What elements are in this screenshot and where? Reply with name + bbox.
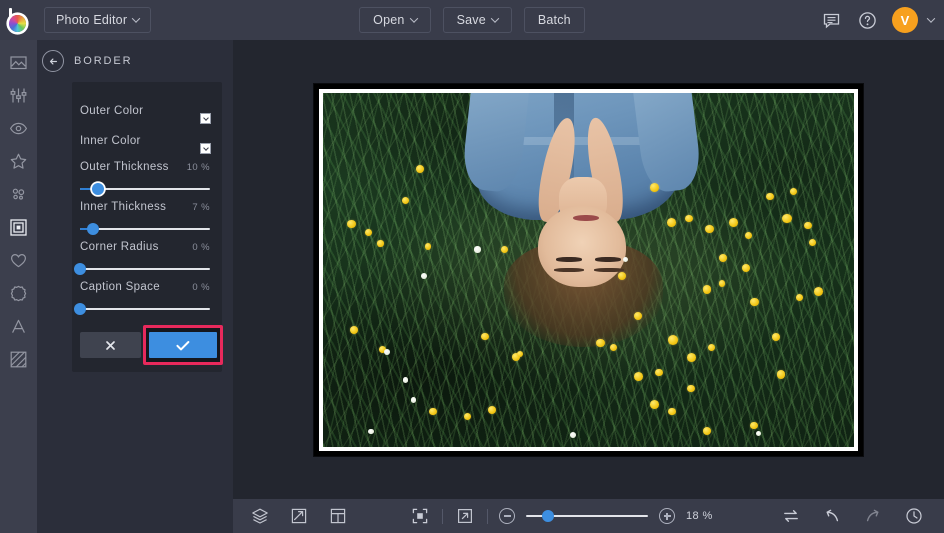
zoom-controls: 18 % xyxy=(349,505,780,527)
sidebar-item-image[interactable] xyxy=(3,50,34,74)
crop-transform-icon[interactable] xyxy=(288,505,310,527)
editor-canvas[interactable] xyxy=(233,40,944,499)
compare-swap-icon[interactable] xyxy=(780,505,802,527)
photo-outer-border xyxy=(314,84,863,456)
avatar[interactable]: V xyxy=(892,7,918,33)
open-button-label: Open xyxy=(373,13,404,27)
inner-thickness-value: 7 % xyxy=(192,202,210,213)
app-menu-label: Photo Editor xyxy=(56,13,127,27)
corner-radius-slider: Corner Radius 0 % xyxy=(80,236,210,276)
panel-header: BORDER xyxy=(37,40,233,82)
history-clock-icon[interactable] xyxy=(903,505,925,527)
sidebar-item-beautify[interactable] xyxy=(3,149,34,173)
plus-circle-icon[interactable] xyxy=(659,508,675,524)
account-chevron-down-icon[interactable] xyxy=(927,14,935,22)
inner-thickness-handle[interactable] xyxy=(87,223,99,235)
inner-thickness-label: Inner Thickness xyxy=(80,201,166,213)
inner-thickness-track[interactable] xyxy=(80,222,210,236)
divider xyxy=(442,509,443,524)
minus-circle-icon[interactable] xyxy=(499,508,515,524)
app-logo[interactable] xyxy=(0,0,40,40)
outer-thickness-track[interactable] xyxy=(80,182,210,196)
panel-action-buttons xyxy=(80,316,210,358)
caption-space-value: 0 % xyxy=(192,282,210,293)
outer-thickness-slider: Outer Thickness 10 % xyxy=(80,156,210,196)
chevron-down-icon[interactable] xyxy=(200,113,211,124)
zoom-slider[interactable] xyxy=(526,509,648,523)
layout-grid-icon[interactable] xyxy=(327,505,349,527)
sidebar-item-effects[interactable] xyxy=(3,116,34,140)
save-button-label: Save xyxy=(457,13,486,27)
redo-arrow-icon[interactable] xyxy=(862,505,884,527)
open-button[interactable]: Open xyxy=(359,7,430,33)
top-right-actions: V xyxy=(820,0,934,40)
confirm-button[interactable] xyxy=(149,332,217,358)
chat-bubble-icon[interactable] xyxy=(820,9,842,31)
sidebar-item-stickers[interactable] xyxy=(3,281,34,305)
batch-button-label: Batch xyxy=(538,13,571,27)
avatar-initial: V xyxy=(901,13,910,28)
caption-space-handle[interactable] xyxy=(74,303,86,315)
history-controls xyxy=(780,505,944,527)
caption-space-label: Caption Space xyxy=(80,281,160,293)
batch-button[interactable]: Batch xyxy=(524,7,585,33)
zoom-level-label: 18 % xyxy=(686,510,720,522)
inner-color-label: Inner Color xyxy=(80,135,141,147)
caption-space-slider: Caption Space 0 % xyxy=(80,276,210,316)
inner-color-row: Inner Color xyxy=(80,126,210,156)
outer-color-label: Outer Color xyxy=(80,105,143,117)
colorwheel-b-logo xyxy=(8,8,32,33)
outer-thickness-value: 10 % xyxy=(187,162,210,173)
close-x-icon xyxy=(104,339,117,352)
photo-image[interactable] xyxy=(323,93,854,447)
cancel-button[interactable] xyxy=(80,332,141,358)
corner-radius-value: 0 % xyxy=(192,242,210,253)
chevron-down-icon[interactable] xyxy=(200,143,211,154)
question-circle-icon[interactable] xyxy=(856,9,878,31)
bottom-left-tools xyxy=(233,505,349,527)
save-button[interactable]: Save xyxy=(443,7,512,33)
inner-thickness-slider: Inner Thickness 7 % xyxy=(80,196,210,236)
arrow-left-circle-icon[interactable] xyxy=(42,50,64,72)
outer-color-row: Outer Color xyxy=(80,96,210,126)
sidebar-item-retouch[interactable] xyxy=(3,182,34,206)
border-settings-panel: BORDER Outer Color Inner Color Outer xyxy=(37,40,233,533)
sidebar-item-border[interactable] xyxy=(3,215,34,239)
confirm-button-wrapper xyxy=(149,332,210,358)
corner-radius-label: Corner Radius xyxy=(80,241,159,253)
left-tool-rail xyxy=(0,40,37,533)
chevron-down-icon xyxy=(409,14,417,22)
zoom-slider-handle[interactable] xyxy=(542,510,554,522)
sidebar-item-texture[interactable] xyxy=(3,347,34,371)
sidebar-item-favorites[interactable] xyxy=(3,248,34,272)
chevron-down-icon xyxy=(132,14,140,22)
sidebar-item-adjust[interactable] xyxy=(3,83,34,107)
fit-to-screen-icon[interactable] xyxy=(409,505,431,527)
expand-arrow-icon[interactable] xyxy=(454,505,476,527)
outer-thickness-handle[interactable] xyxy=(92,183,104,195)
border-controls-card: Outer Color Inner Color Outer Thickness … xyxy=(72,82,222,372)
caption-space-track[interactable] xyxy=(80,302,210,316)
checkmark-icon xyxy=(175,339,191,352)
sidebar-item-text[interactable] xyxy=(3,314,34,338)
page-title: BORDER xyxy=(74,55,132,67)
app-menu-button[interactable]: Photo Editor xyxy=(44,7,151,33)
layers-icon[interactable] xyxy=(249,505,271,527)
divider xyxy=(487,509,488,524)
corner-radius-handle[interactable] xyxy=(74,263,86,275)
bottom-status-bar: 18 % xyxy=(233,499,944,533)
photo-inner-border xyxy=(319,89,858,451)
photo-editor-app: Photo Editor Open Save Batch xyxy=(0,0,944,533)
outer-thickness-label: Outer Thickness xyxy=(80,161,169,173)
undo-arrow-icon[interactable] xyxy=(821,505,843,527)
chevron-down-icon xyxy=(491,14,499,22)
outer-color-swatch[interactable] xyxy=(186,99,210,123)
inner-color-swatch[interactable] xyxy=(186,129,210,153)
top-toolbar: Photo Editor Open Save Batch xyxy=(0,0,944,40)
corner-radius-track[interactable] xyxy=(80,262,210,276)
